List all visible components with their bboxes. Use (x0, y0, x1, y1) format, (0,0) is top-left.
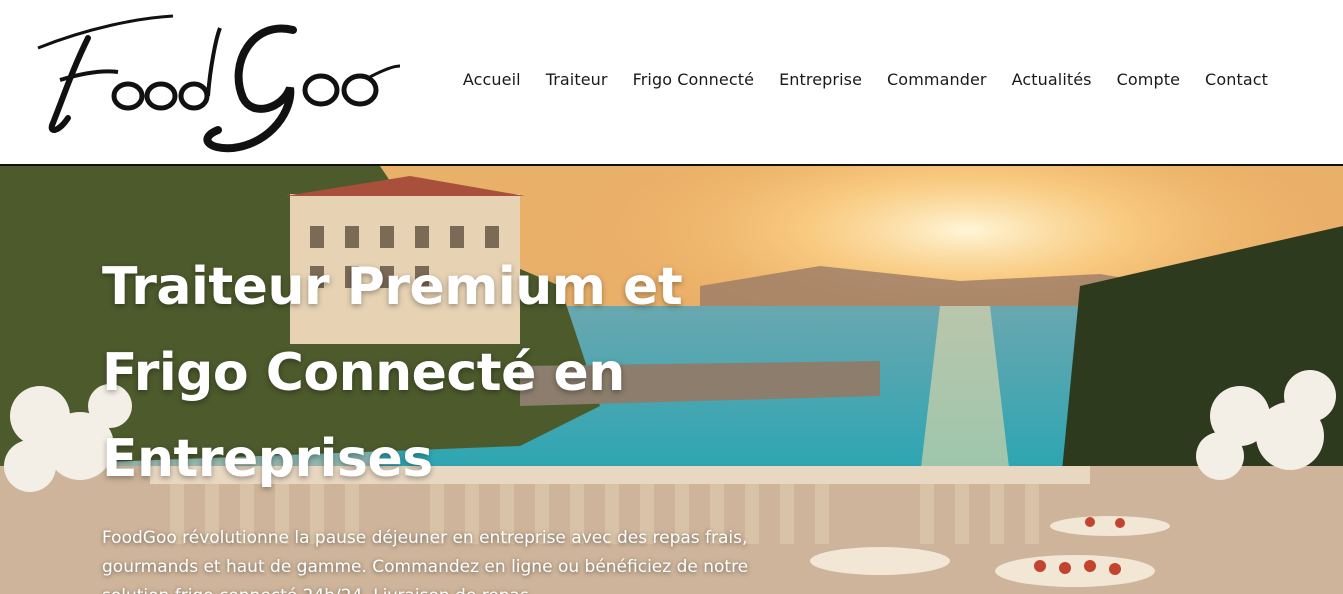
nav-item-entreprise[interactable]: Entreprise (779, 70, 862, 89)
hero-title-line-1: Traiteur Premium et (102, 257, 683, 317)
hero-title-line-3: Entreprises (102, 429, 433, 489)
nav-item-accueil[interactable]: Accueil (463, 70, 521, 89)
logo-graphic (37, 14, 401, 153)
main-nav: Accueil Traiteur Frigo Connecté Entrepri… (463, 70, 1268, 89)
foodgoo-logo[interactable] (28, 8, 408, 158)
hero-banner: Traiteur Premium et Frigo Connecté en En… (0, 166, 1343, 594)
nav-item-frigo-connecte[interactable]: Frigo Connecté (633, 70, 755, 89)
nav-item-commander[interactable]: Commander (887, 70, 987, 89)
hero-content: Traiteur Premium et Frigo Connecté en En… (102, 244, 802, 594)
nav-item-actualites[interactable]: Actualités (1012, 70, 1092, 89)
hero-title: Traiteur Premium et Frigo Connecté en En… (102, 244, 802, 502)
nav-item-traiteur[interactable]: Traiteur (546, 70, 608, 89)
hero-description: FoodGoo révolutionne la pause déjeuner e… (102, 528, 749, 594)
site-header: Accueil Traiteur Frigo Connecté Entrepri… (0, 0, 1343, 166)
nav-item-compte[interactable]: Compte (1117, 70, 1180, 89)
hero-title-line-2: Frigo Connecté en (102, 343, 625, 403)
nav-item-contact[interactable]: Contact (1205, 70, 1268, 89)
